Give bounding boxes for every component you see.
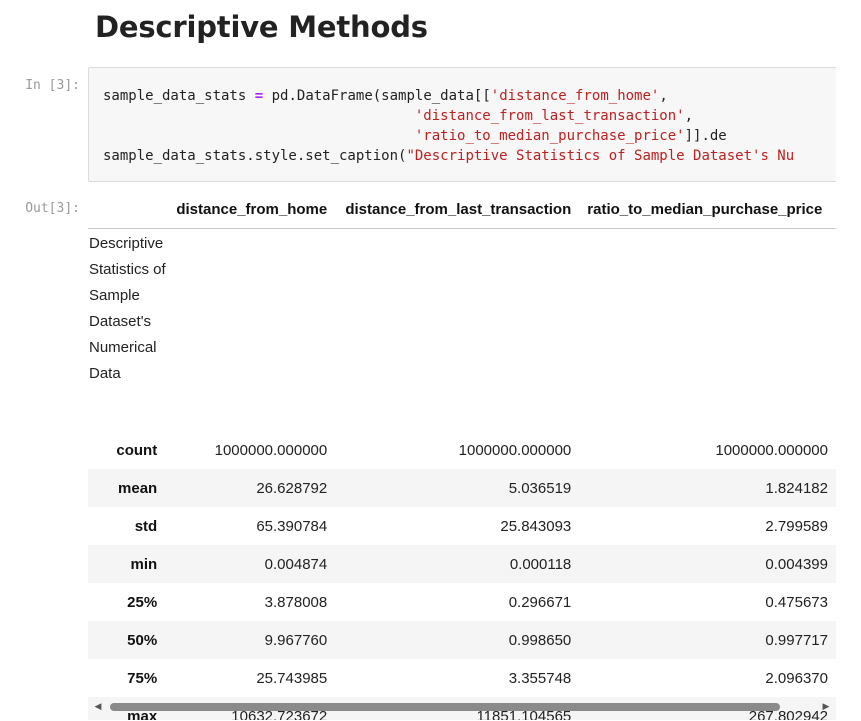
table-cell: 3.355748 <box>508 669 572 687</box>
table-row: count 1000000.000000 1000000.000000 1000… <box>88 431 836 469</box>
blank-header <box>88 190 167 229</box>
table-cell: 0.004874 <box>264 555 328 573</box>
table-cell: 25.743985 <box>256 669 328 687</box>
table-cell: 65.390784 <box>256 517 328 535</box>
table-row: mean 26.628792 5.036519 1.824182 <box>88 469 836 507</box>
table-cell: 0.296671 <box>508 593 572 611</box>
output-area: distance_from_home distance_from_last_tr… <box>88 190 836 720</box>
table-cell: 0.475673 <box>765 593 828 611</box>
horizontal-scrollbar[interactable]: ◀ ▶ <box>88 697 836 715</box>
table-row: 75% 25.743985 3.355748 2.096370 <box>88 659 836 697</box>
row-label: 25% <box>127 593 158 611</box>
row-label: 50% <box>127 631 158 649</box>
stats-table: distance_from_home distance_from_last_tr… <box>88 190 836 720</box>
output-prompt: Out[3]: <box>25 201 80 216</box>
arrow-left-icon[interactable]: ◀ <box>91 699 105 713</box>
table-cell: 25.843093 <box>500 517 572 535</box>
column-header: distance_from_last_transaction <box>335 190 580 229</box>
table-cell: 0.000118 <box>509 555 572 573</box>
input-prompt: In [3]: <box>25 78 80 93</box>
table-cell: 26.628792 <box>256 479 328 497</box>
table-cell: 0.998650 <box>508 631 572 649</box>
table-cell: 0.997717 <box>765 631 828 649</box>
table-cell: 2.096370 <box>765 669 828 687</box>
table-caption: Descriptive Statistics of Sample Dataset… <box>89 235 166 382</box>
table-cell: 1.824182 <box>765 479 828 497</box>
table-cell: 1000000.000000 <box>715 441 828 459</box>
column-header: ratio_to_median_purchase_price <box>579 190 836 229</box>
arrow-right-icon[interactable]: ▶ <box>819 699 833 713</box>
table-cell: 9.967760 <box>264 631 328 649</box>
table-row: 25% 3.878008 0.296671 0.475673 <box>88 583 836 621</box>
row-label: std <box>134 517 158 535</box>
table-row: std 65.390784 25.843093 2.799589 <box>88 507 836 545</box>
table-cell: 0.004399 <box>765 555 828 573</box>
table-cell: 3.878008 <box>264 593 328 611</box>
table-cell: 1000000.000000 <box>458 441 572 459</box>
column-header: distance_from_home <box>166 190 336 229</box>
code-cell[interactable]: sample_data_stats = pd.DataFrame(sample_… <box>88 67 836 182</box>
code-text[interactable]: sample_data_stats = pd.DataFrame(sample_… <box>103 86 794 166</box>
table-cell: 2.799589 <box>765 517 828 535</box>
table-row: min 0.004874 0.000118 0.004399 <box>88 545 836 583</box>
table-cell: 5.036519 <box>508 479 572 497</box>
row-label: min <box>130 555 158 573</box>
scrollbar-thumb[interactable] <box>110 703 780 711</box>
row-label: 75% <box>127 669 158 687</box>
section-heading: Descriptive Methods <box>95 10 428 44</box>
row-label: count <box>116 441 158 459</box>
table-cell: 1000000.000000 <box>214 441 328 459</box>
row-label: mean <box>118 479 158 497</box>
table-row: 50% 9.967760 0.998650 0.997717 <box>88 621 836 659</box>
